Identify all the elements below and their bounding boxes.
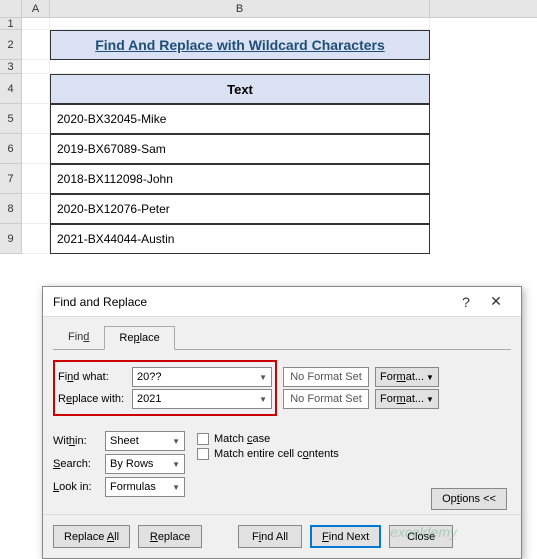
table-row[interactable]: 2021-BX44044-Austin: [50, 224, 430, 254]
btn-label: Find Next: [322, 531, 369, 543]
chevron-down-icon[interactable]: ▼: [172, 437, 180, 446]
replace-with-label: Replace with:: [58, 393, 126, 405]
replace-all-button[interactable]: Replace All: [53, 525, 130, 548]
chevron-down-icon[interactable]: ▼: [426, 373, 434, 382]
find-what-input[interactable]: 20?? ▼: [132, 367, 272, 387]
col-header-b[interactable]: B: [50, 0, 430, 17]
close-button[interactable]: Close: [389, 525, 453, 548]
chevron-down-icon[interactable]: ▼: [259, 395, 267, 404]
find-next-button[interactable]: Find Next: [310, 525, 381, 548]
row-header-1[interactable]: 1: [0, 18, 22, 30]
replace-button[interactable]: Replace: [138, 525, 202, 548]
replace-format-display: No Format Set: [283, 389, 369, 409]
within-label: Within:: [53, 435, 99, 447]
row-headers: 1 2 3 4 5 6 7 8 9: [0, 18, 22, 254]
find-all-button[interactable]: Find All: [238, 525, 302, 548]
tab-replace-label: Replace: [119, 332, 159, 344]
chevron-down-icon[interactable]: ▼: [259, 373, 267, 382]
chevron-down-icon[interactable]: ▼: [172, 460, 180, 469]
tab-replace[interactable]: Replace: [104, 326, 174, 350]
replace-with-input[interactable]: 2021 ▼: [132, 389, 272, 409]
search-fields-highlight: Find what: 20?? ▼ Replace with: 2021 ▼: [53, 360, 277, 416]
dialog-body: Find what: 20?? ▼ Replace with: 2021 ▼ No …: [43, 350, 521, 514]
dialog-tabs: Find Replace: [43, 317, 521, 349]
replace-format-button[interactable]: Format...▼: [375, 389, 439, 409]
find-replace-dialog: Find and Replace ? ✕ Find Replace Find w…: [42, 286, 522, 559]
search-combo[interactable]: By Rows ▼: [105, 454, 185, 474]
tab-find-label: Find: [68, 331, 89, 343]
btn-label: Find All: [252, 531, 288, 543]
cell-a2[interactable]: [22, 30, 50, 60]
format-block: No Format Set Format...▼ No Format Set F…: [283, 360, 439, 411]
cell-a1[interactable]: [22, 18, 50, 30]
table-row[interactable]: 2018-BX112098-John: [50, 164, 430, 194]
search-label: Search:: [53, 458, 99, 470]
row-header-5[interactable]: 5: [0, 104, 22, 134]
btn-label: Replace: [150, 531, 190, 543]
table-row[interactable]: 2020-BX32045-Mike: [50, 104, 430, 134]
row-header-9[interactable]: 9: [0, 224, 22, 254]
chevron-down-icon[interactable]: ▼: [426, 395, 434, 404]
within-combo[interactable]: Sheet ▼: [105, 431, 185, 451]
find-what-label: Find what:: [58, 371, 126, 383]
match-checks: Match case Match entire cell contents: [197, 428, 339, 463]
scope-options: Within: Sheet ▼ Search: By Rows ▼ Look in:…: [53, 428, 185, 500]
row-header-4[interactable]: 4: [0, 74, 22, 104]
help-button[interactable]: ?: [451, 294, 481, 310]
chevron-down-icon[interactable]: ▼: [172, 483, 180, 492]
format-btn-label: Format...: [380, 393, 424, 405]
row-header-7[interactable]: 7: [0, 164, 22, 194]
tab-find[interactable]: Find: [53, 325, 104, 349]
dialog-buttons: Replace All Replace Find All Find Next C…: [43, 514, 521, 558]
replace-with-value: 2021: [137, 393, 161, 405]
lookin-label: Look in:: [53, 481, 99, 493]
cell-a8[interactable]: [22, 194, 50, 224]
cell-a5[interactable]: [22, 104, 50, 134]
row-header-3[interactable]: 3: [0, 60, 22, 74]
options-btn-label: Options <<: [442, 493, 496, 505]
cell-b3[interactable]: [50, 60, 430, 74]
options-button[interactable]: Options <<: [431, 488, 507, 510]
column-headers: A B: [0, 0, 537, 18]
table-row[interactable]: 2020-BX12076-Peter: [50, 194, 430, 224]
lookin-combo[interactable]: Formulas ▼: [105, 477, 185, 497]
col-header-a[interactable]: A: [22, 0, 50, 17]
dialog-title: Find and Replace: [53, 295, 451, 309]
row-header-6[interactable]: 6: [0, 134, 22, 164]
dialog-titlebar[interactable]: Find and Replace ? ✕: [43, 287, 521, 317]
select-all-corner[interactable]: [0, 0, 22, 17]
match-entire-checkbox[interactable]: [197, 448, 209, 460]
cell-a7[interactable]: [22, 164, 50, 194]
format-btn-label: Format...: [380, 371, 424, 383]
table-header[interactable]: Text: [50, 74, 430, 104]
cell-a6[interactable]: [22, 134, 50, 164]
match-entire-label: Match entire cell contents: [214, 448, 339, 460]
cell-b1[interactable]: [50, 18, 430, 30]
match-case-checkbox[interactable]: [197, 433, 209, 445]
row-header-8[interactable]: 8: [0, 194, 22, 224]
search-value: By Rows: [110, 458, 153, 470]
cells-area: Find And Replace with Wildcard Character…: [22, 18, 537, 254]
find-what-value: 20??: [137, 371, 161, 383]
cell-a4[interactable]: [22, 74, 50, 104]
match-case-label: Match case: [214, 433, 270, 445]
table-row[interactable]: 2019-BX67089-Sam: [50, 134, 430, 164]
cell-a9[interactable]: [22, 224, 50, 254]
btn-label: Replace All: [64, 531, 119, 543]
row-header-2[interactable]: 2: [0, 30, 22, 60]
title-cell[interactable]: Find And Replace with Wildcard Character…: [50, 30, 430, 60]
cell-a3[interactable]: [22, 60, 50, 74]
lookin-value: Formulas: [110, 481, 156, 493]
spreadsheet: A B 1 2 3 4 5 6 7 8 9 Find And Replace w…: [0, 0, 537, 254]
find-format-display: No Format Set: [283, 367, 369, 387]
within-value: Sheet: [110, 435, 139, 447]
close-icon[interactable]: ✕: [481, 293, 511, 310]
find-format-button[interactable]: Format...▼: [375, 367, 439, 387]
